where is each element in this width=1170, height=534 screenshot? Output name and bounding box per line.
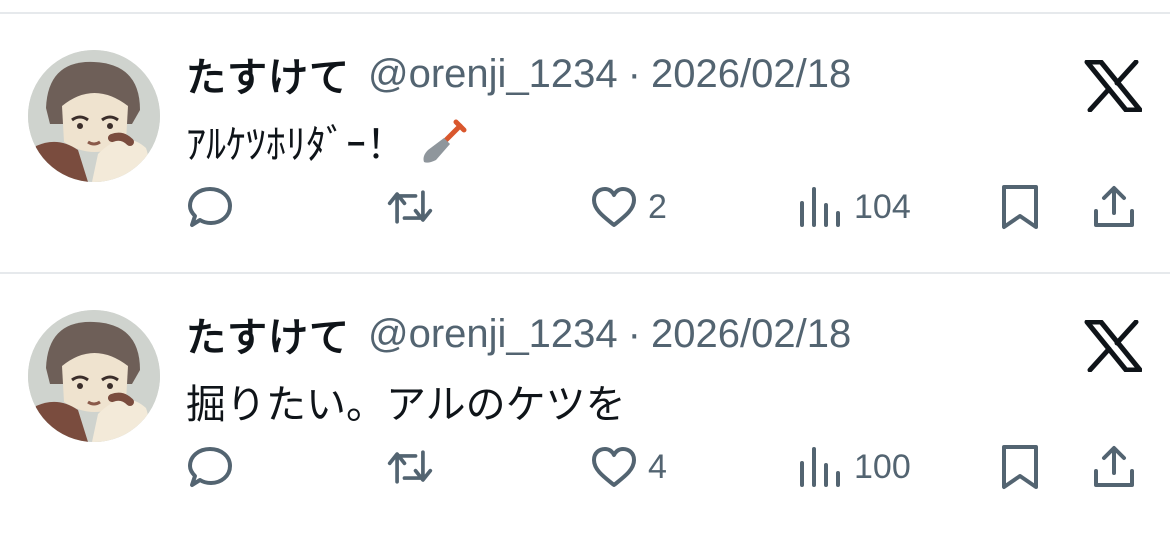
retweet-icon: [387, 450, 433, 484]
share-button[interactable]: [1090, 179, 1138, 235]
action-bar: 2 104: [0, 179, 1170, 235]
bookmark-button[interactable]: [996, 439, 1044, 495]
reply-button[interactable]: [186, 179, 244, 235]
action-bar: 4 100: [0, 439, 1170, 495]
bookmark-icon: [1002, 445, 1038, 489]
avatar-illustration: [28, 50, 160, 182]
x-logo-icon[interactable]: [1084, 59, 1143, 113]
reply-icon: [188, 447, 232, 487]
views-button[interactable]: 100: [796, 439, 911, 495]
retweet-icon: [387, 190, 433, 224]
view-count: 100: [854, 447, 911, 486]
display-name[interactable]: たすけて: [186, 45, 350, 103]
share-icon: [1094, 186, 1134, 227]
view-count: 104: [854, 187, 911, 226]
tweet-text: ｱﾙｹﾂﾎﾘﾀﾞｰ！: [186, 112, 470, 170]
user-handle[interactable]: @orenji_1234: [368, 52, 618, 97]
avatar[interactable]: [28, 50, 160, 182]
display-name[interactable]: たすけて: [186, 305, 350, 363]
retweet-button[interactable]: [386, 439, 444, 495]
reply-icon: [188, 187, 232, 227]
user-handle[interactable]: @orenji_1234: [368, 312, 618, 357]
separator-dot: ·: [627, 311, 641, 356]
bookmark-button[interactable]: [996, 179, 1044, 235]
heart-icon: [592, 447, 636, 487]
avatar[interactable]: [28, 310, 160, 442]
like-button[interactable]: 2: [590, 179, 667, 235]
tweet-text-content: ｱﾙｹﾂﾎﾘﾀﾞｰ！: [186, 123, 406, 167]
like-count: 4: [648, 447, 667, 486]
tweet-header: たすけて @orenji_1234 · 2026/02/18: [186, 304, 851, 364]
share-button[interactable]: [1090, 439, 1138, 495]
views-icon: [800, 447, 840, 487]
tweet[interactable]: たすけて @orenji_1234 · 2026/02/18 掘りたい。アルのケ…: [0, 274, 1170, 534]
views-icon: [800, 187, 840, 227]
reply-button[interactable]: [186, 439, 244, 495]
views-button[interactable]: 104: [796, 179, 911, 235]
tweet-header: たすけて @orenji_1234 · 2026/02/18: [186, 44, 851, 104]
tweet-text-content: 掘りたい。アルのケツを: [186, 383, 626, 427]
retweet-button[interactable]: [386, 179, 444, 235]
like-count: 2: [648, 187, 667, 226]
shovel-icon: [420, 116, 470, 166]
share-icon: [1094, 446, 1134, 487]
tweet[interactable]: たすけて @orenji_1234 · 2026/02/18 ｱﾙｹﾂﾎﾘﾀﾞｰ…: [0, 14, 1170, 274]
tweet-text: 掘りたい。アルのケツを: [186, 372, 626, 430]
avatar-illustration: [28, 310, 160, 442]
x-logo-icon[interactable]: [1084, 319, 1143, 373]
tweet-date[interactable]: 2026/02/18: [651, 312, 851, 357]
separator-dot: ·: [627, 51, 641, 96]
bookmark-icon: [1002, 185, 1038, 229]
like-button[interactable]: 4: [590, 439, 667, 495]
heart-icon: [592, 187, 636, 227]
tweet-date[interactable]: 2026/02/18: [651, 52, 851, 97]
